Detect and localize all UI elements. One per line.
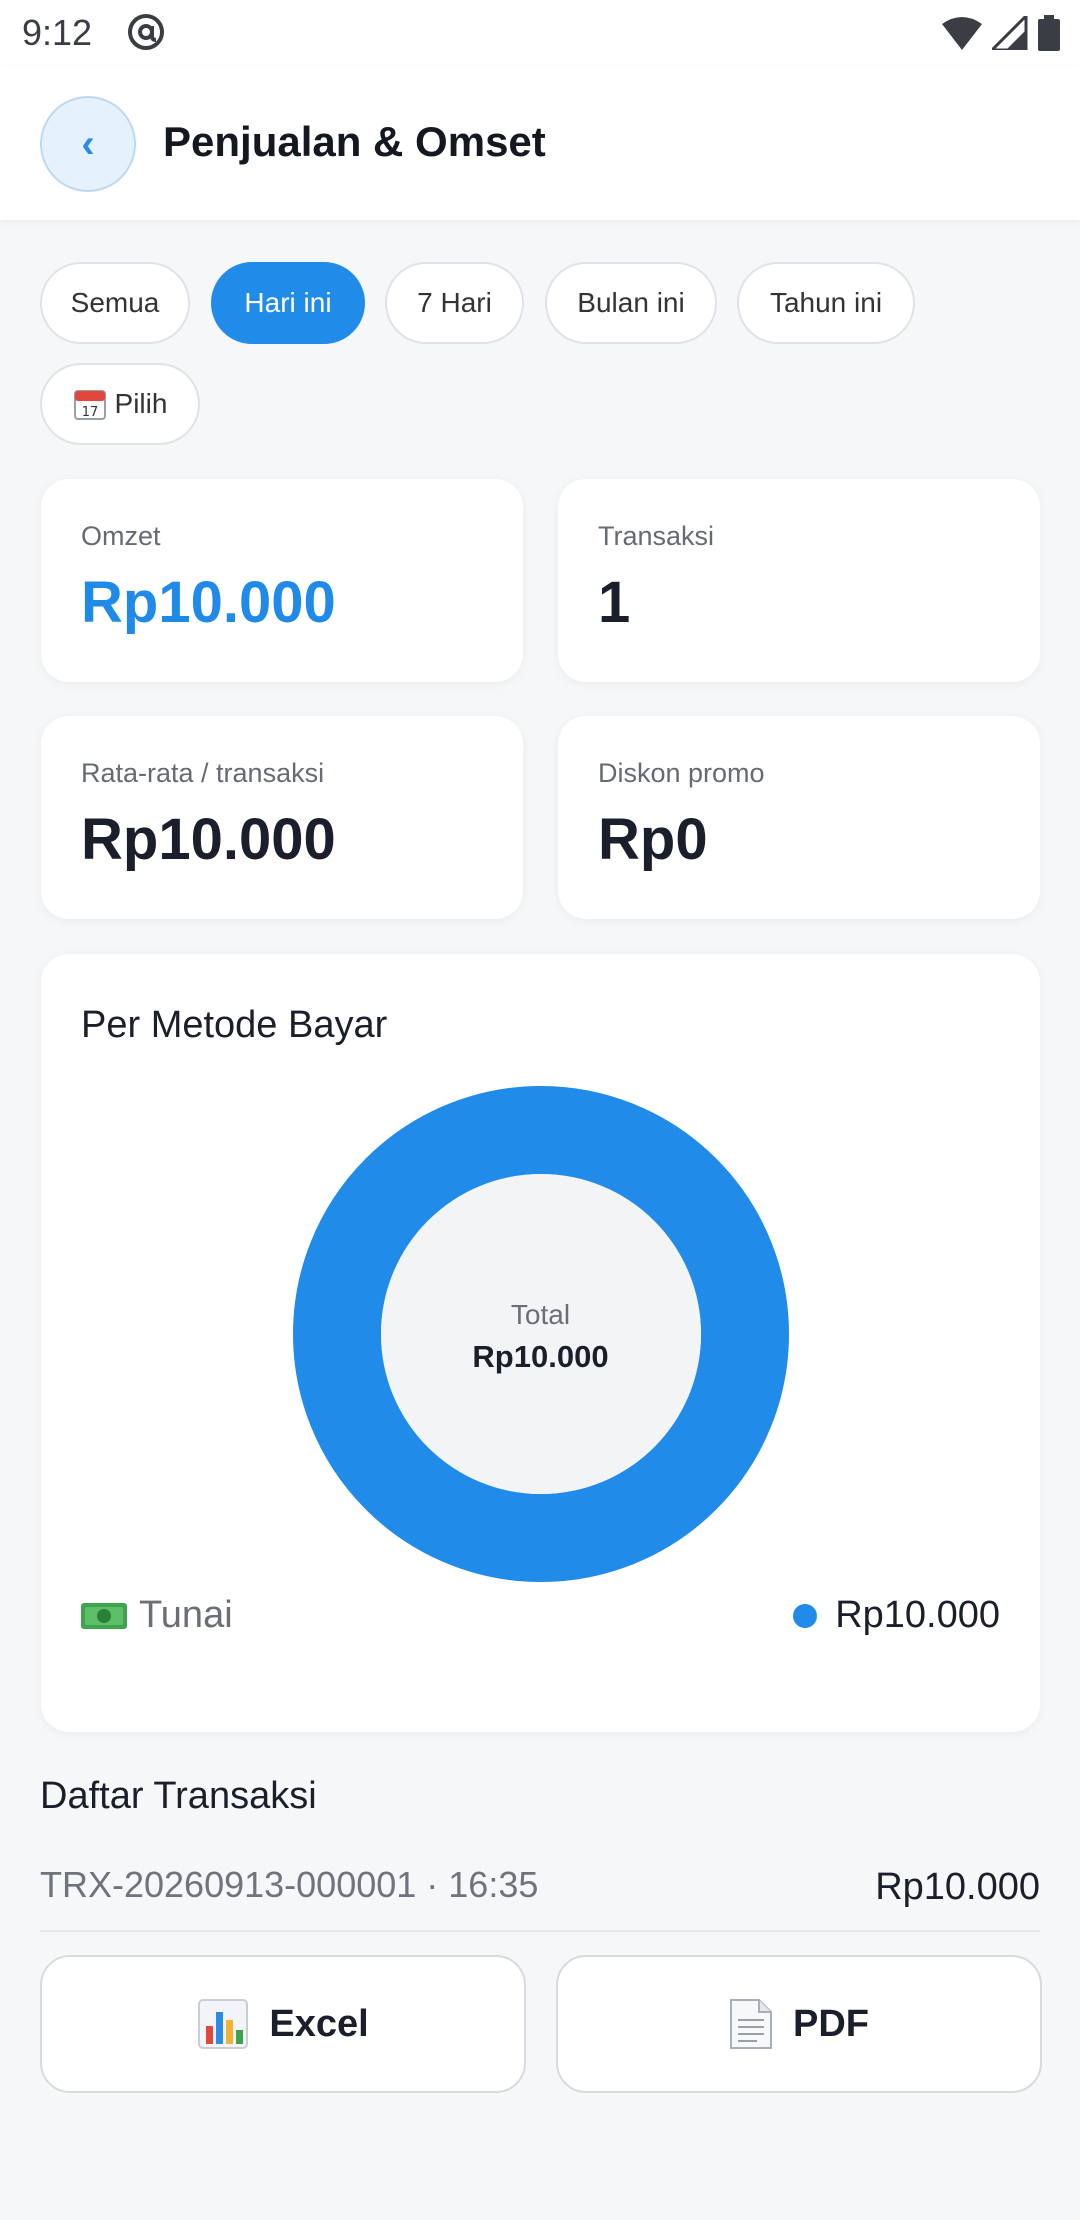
donut-center-label: Total [510,1299,571,1330]
donut-center-value: Rp10.000 [472,1339,609,1374]
stat-label: Rata-rata / transaksi [81,758,325,788]
chevron-left-icon: ‹ [81,121,95,166]
filter-chip-7-hari[interactable]: 7 Hari [385,262,524,344]
document-icon [730,1999,772,2049]
stat-card-diskon: Diskon promo Rp0 [558,716,1040,919]
filter-chip-pilih[interactable]: 17 Pilih [40,363,200,445]
chart-title: Per Metode Bayar [81,1004,388,1046]
back-button[interactable]: ‹ [40,96,136,192]
chip-label: Hari ini [244,287,332,318]
pdf-label: PDF [793,2002,869,2045]
transactions-title: Daftar Transaksi [40,1775,317,1817]
legend-amount-tunai: Rp10.000 [793,1594,1000,1637]
stat-card-rata-rata: Rata-rata / transaksi Rp10.000 [41,716,523,919]
at-sign-icon [128,14,164,50]
wifi-icon [942,17,982,50]
stat-card-omzet: Omzet Rp10.000 [41,479,523,682]
filter-chip-tahun-ini[interactable]: Tahun ini [737,262,915,344]
status-time: 9:12 [22,12,93,53]
legend-dot [793,1603,818,1628]
export-pdf-button[interactable]: PDF [556,1955,1042,2093]
chip-label: Bulan ini [577,287,685,318]
transaction-amount: Rp10.000 [875,1866,1040,1908]
svg-text:17: 17 [81,405,98,420]
stat-label: Transaksi [598,521,715,551]
transaction-row[interactable]: TRX-20260913-000001 · 16:35 Rp10.000 [40,1850,1040,1932]
chip-label: Pilih [114,388,168,419]
export-excel-button[interactable]: Excel [40,1955,526,2093]
stat-value: 1 [598,570,631,635]
bar-chart-icon [198,1999,249,2049]
donut-hole [381,1174,701,1494]
stat-value: Rp10.000 [81,570,336,635]
status-bar: 9:12 [0,0,1080,66]
donut-chart [293,1086,789,1582]
filter-chip-semua[interactable]: Semua [40,262,190,344]
payment-method-card: Per Metode Bayar Total Rp10.000 Tunai Rp… [41,954,1040,1732]
app-header: ‹ Penjualan & Omset [0,66,1080,220]
calendar-icon: 17 [73,390,106,420]
chip-label: 7 Hari [417,287,492,318]
cash-icon [81,1602,127,1629]
excel-label: Excel [269,2002,369,2045]
chip-label: Tahun ini [769,287,883,318]
filter-chip-bulan-ini[interactable]: Bulan ini [545,262,717,344]
transaction-id-time: TRX-20260913-000001 · 16:35 [40,1864,539,1905]
stat-label: Omzet [81,521,161,551]
stat-card-transaksi: Transaksi 1 [558,479,1040,682]
stat-value: Rp0 [598,807,708,872]
stat-value: Rp10.000 [81,807,336,872]
signal-icon [992,16,1028,50]
status-icons [942,14,1060,52]
battery-icon [1038,15,1060,51]
page-title: Penjualan & Omset [163,118,546,165]
chip-label: Semua [70,287,160,318]
legend-item-tunai: Tunai [81,1594,233,1637]
stat-label: Diskon promo [598,758,765,788]
legend-amount: Rp10.000 [835,1594,1000,1636]
filter-chip-hari-ini[interactable]: Hari ini [211,262,365,344]
legend-label: Tunai [139,1594,233,1636]
